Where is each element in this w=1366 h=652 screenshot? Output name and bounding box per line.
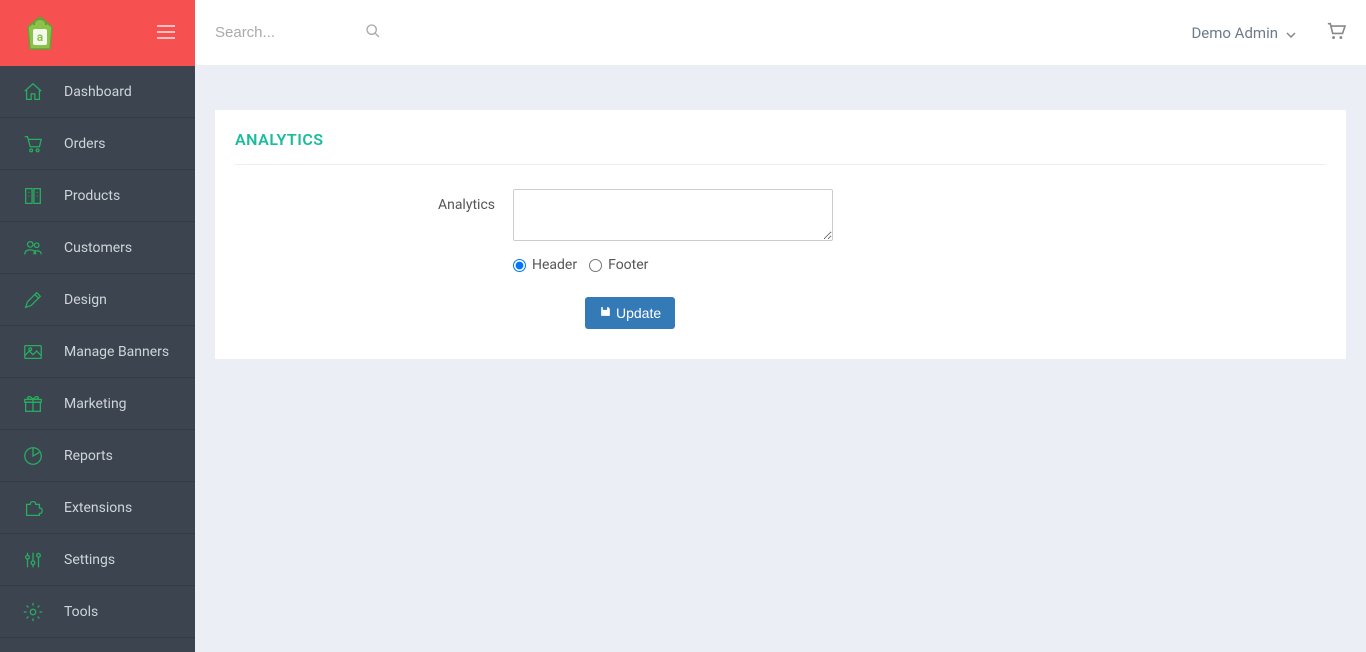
sidebar-item-label: Settings: [64, 552, 115, 568]
main-area: Demo Admin ANALYTICS: [195, 0, 1366, 652]
nav-list: Dashboard Orders Products Customers: [0, 66, 195, 638]
sidebar-item-tools[interactable]: Tools: [0, 586, 195, 638]
svg-text:a: a: [37, 30, 44, 44]
sidebar-item-label: Orders: [64, 136, 106, 152]
radio-footer-option[interactable]: Footer: [589, 257, 648, 273]
sidebar-item-label: Design: [64, 292, 107, 308]
sidebar-item-label: Marketing: [64, 396, 127, 412]
radio-header-input[interactable]: [513, 259, 526, 272]
image-icon: [20, 339, 46, 365]
sidebar-item-reports[interactable]: Reports: [0, 430, 195, 482]
pie-chart-icon: [20, 443, 46, 469]
users-icon: [20, 235, 46, 261]
user-menu[interactable]: Demo Admin: [1191, 24, 1296, 42]
sidebar-item-label: Customers: [64, 240, 132, 256]
cart-icon: [20, 131, 46, 157]
hamburger-menu-icon[interactable]: [157, 24, 175, 43]
user-name-label: Demo Admin: [1191, 24, 1278, 42]
sidebar-item-orders[interactable]: Orders: [0, 118, 195, 170]
search-wrap: [215, 23, 1191, 43]
content-area: ANALYTICS Analytics Header: [195, 66, 1366, 652]
sidebar-item-extensions[interactable]: Extensions: [0, 482, 195, 534]
button-row: Update: [513, 297, 1326, 329]
update-button[interactable]: Update: [585, 297, 675, 329]
radio-header-option[interactable]: Header: [513, 257, 577, 273]
app-logo[interactable]: a: [20, 13, 60, 53]
sidebar-item-customers[interactable]: Customers: [0, 222, 195, 274]
puzzle-icon: [20, 495, 46, 521]
sidebar-item-design[interactable]: Design: [0, 274, 195, 326]
sidebar-item-label: Dashboard: [64, 84, 132, 100]
chevron-down-icon: [1286, 24, 1296, 42]
book-icon: [20, 183, 46, 209]
sidebar-item-label: Extensions: [64, 500, 132, 516]
sliders-icon: [20, 547, 46, 573]
analytics-field-label: Analytics: [235, 189, 513, 245]
analytics-form-row: Analytics: [235, 189, 1326, 245]
gear-icon: [20, 599, 46, 625]
sidebar-header: a: [0, 0, 195, 66]
analytics-panel: ANALYTICS Analytics Header: [215, 110, 1346, 359]
sidebar-item-label: Manage Banners: [64, 344, 169, 360]
shopping-cart-icon[interactable]: [1326, 22, 1346, 44]
radio-header-label: Header: [532, 257, 577, 273]
topbar: Demo Admin: [195, 0, 1366, 66]
update-button-label: Update: [616, 305, 661, 321]
pencil-icon: [20, 287, 46, 313]
search-input[interactable]: [215, 24, 355, 41]
sidebar-item-label: Products: [64, 188, 120, 204]
panel-title: ANALYTICS: [235, 130, 1326, 165]
sidebar-item-label: Tools: [64, 604, 98, 620]
sidebar-item-products[interactable]: Products: [0, 170, 195, 222]
placement-radio-row: Header Footer: [513, 257, 1326, 273]
sidebar: a Dashboard Or: [0, 0, 195, 652]
sidebar-item-settings[interactable]: Settings: [0, 534, 195, 586]
user-area: Demo Admin: [1191, 22, 1346, 44]
save-icon: [599, 305, 612, 321]
home-icon: [20, 79, 46, 105]
sidebar-item-label: Reports: [64, 448, 113, 464]
gift-icon: [20, 391, 46, 417]
search-icon[interactable]: [365, 23, 381, 43]
radio-footer-input[interactable]: [589, 259, 602, 272]
sidebar-item-manage-banners[interactable]: Manage Banners: [0, 326, 195, 378]
analytics-textarea[interactable]: [513, 189, 833, 241]
sidebar-item-marketing[interactable]: Marketing: [0, 378, 195, 430]
radio-footer-label: Footer: [608, 257, 648, 273]
sidebar-item-dashboard[interactable]: Dashboard: [0, 66, 195, 118]
